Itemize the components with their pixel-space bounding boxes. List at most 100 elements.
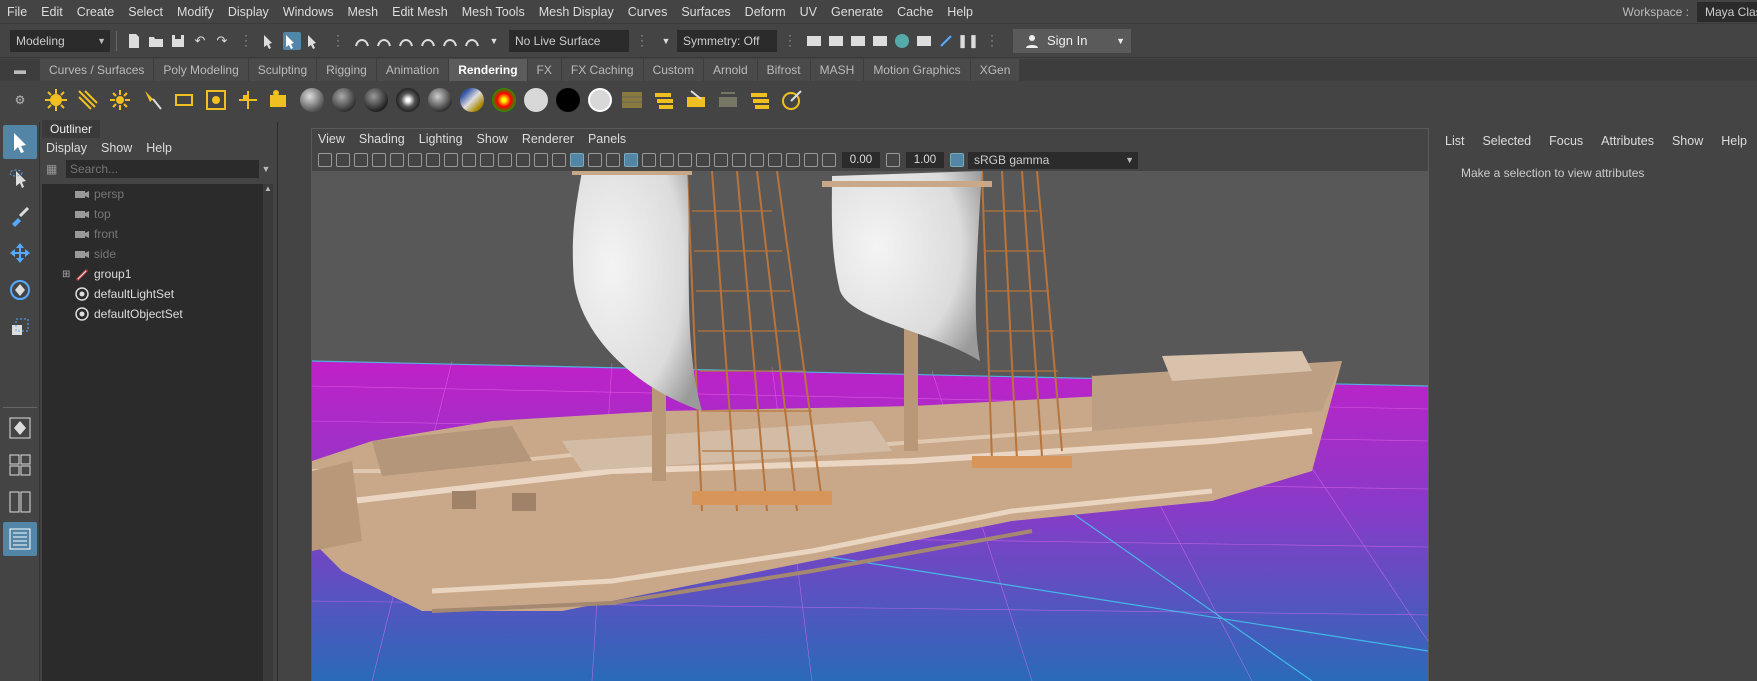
bookmarks-icon[interactable]: [354, 153, 368, 167]
attr-menu-focus[interactable]: Focus: [1549, 134, 1583, 148]
screen-space-ao-icon[interactable]: [678, 153, 692, 167]
tab-rigging[interactable]: Rigging: [317, 59, 376, 81]
exposure-field[interactable]: 0.00: [842, 152, 880, 168]
gear-icon[interactable]: ⚙: [0, 93, 40, 107]
white-ball-outline-icon[interactable]: [587, 87, 613, 113]
menu-select[interactable]: Select: [121, 0, 170, 24]
live-surface-field[interactable]: No Live Surface: [509, 29, 629, 52]
select-component-icon[interactable]: [305, 32, 323, 50]
tree-node-group1[interactable]: ⊞ group1: [42, 264, 264, 284]
snap-view-plane-icon[interactable]: [419, 32, 437, 50]
lookdev-icon[interactable]: [779, 87, 805, 113]
chevron-down-icon[interactable]: ▼: [657, 32, 675, 50]
symmetry-dropdown[interactable]: Symmetry: Off: [677, 29, 777, 52]
attr-menu-show[interactable]: Show: [1672, 134, 1703, 148]
black-ball-icon[interactable]: [555, 87, 581, 113]
filter-icon[interactable]: ▦: [46, 162, 66, 176]
shader-ball-icon[interactable]: [299, 87, 325, 113]
gamma-field[interactable]: 1.00: [906, 152, 944, 168]
viewport-3d-scene[interactable]: [312, 171, 1428, 681]
menu-mesh-tools[interactable]: Mesh Tools: [455, 0, 532, 24]
two-view-layout-button[interactable]: [3, 485, 37, 519]
render-sequence-icon[interactable]: [827, 32, 845, 50]
tab-fx-caching[interactable]: FX Caching: [561, 59, 643, 81]
area-light-icon[interactable]: [171, 87, 197, 113]
white-ball-icon[interactable]: [523, 87, 549, 113]
redo-icon[interactable]: ↷: [213, 32, 231, 50]
menu-windows[interactable]: Windows: [276, 0, 341, 24]
select-camera-icon[interactable]: [318, 153, 332, 167]
color-space-dropdown[interactable]: sRGB gamma ▼: [968, 151, 1138, 169]
outliner-menu-show[interactable]: Show: [101, 141, 132, 155]
outliner-layout-button[interactable]: [2, 522, 37, 556]
viewport-menu-panels[interactable]: Panels: [588, 132, 626, 146]
sign-in-button[interactable]: Sign In ▼: [1013, 28, 1131, 53]
tab-poly-modeling[interactable]: Poly Modeling: [154, 59, 248, 81]
gate-mask-icon[interactable]: [480, 153, 494, 167]
safe-action-icon[interactable]: [516, 153, 530, 167]
textured-icon[interactable]: [624, 153, 638, 167]
snap-surface-icon[interactable]: [441, 32, 459, 50]
search-input[interactable]: [66, 160, 259, 178]
chevron-down-icon[interactable]: ▼: [259, 164, 273, 174]
isolate-select-icon[interactable]: [750, 153, 764, 167]
tree-node-defaultobjectset[interactable]: defaultObjectSet: [42, 304, 264, 324]
outliner-menu-help[interactable]: Help: [146, 141, 172, 155]
viewport-menu-lighting[interactable]: Lighting: [419, 132, 463, 146]
tree-node-front[interactable]: front: [42, 224, 264, 244]
tree-node-defaultlightset[interactable]: defaultLightSet: [42, 284, 264, 304]
wireframe-icon[interactable]: [552, 153, 566, 167]
hypershade-icon[interactable]: [893, 32, 911, 50]
x-ray-components-icon[interactable]: [804, 153, 818, 167]
select-hierarchy-icon[interactable]: [261, 32, 279, 50]
select-object-icon[interactable]: [283, 31, 301, 50]
open-scene-icon[interactable]: [147, 32, 165, 50]
outliner-menu-display[interactable]: Display: [46, 141, 87, 155]
point-light-icon[interactable]: [107, 87, 133, 113]
menu-uv[interactable]: UV: [793, 0, 824, 24]
new-scene-icon[interactable]: [125, 32, 143, 50]
use-all-lights-icon[interactable]: [642, 153, 656, 167]
2d-pan-zoom-icon[interactable]: [408, 153, 422, 167]
save-scene-icon[interactable]: [169, 32, 187, 50]
single-perspective-layout-button[interactable]: [3, 411, 37, 445]
shader-ball-icon[interactable]: [459, 87, 485, 113]
scale-tool-button[interactable]: [3, 310, 37, 344]
camera-attributes-icon[interactable]: [336, 153, 350, 167]
viewport-menu-renderer[interactable]: Renderer: [522, 132, 574, 146]
render-sequence-shelf-icon[interactable]: [747, 87, 773, 113]
menu-edit[interactable]: Edit: [34, 0, 70, 24]
render-current-frame-icon[interactable]: [805, 32, 823, 50]
x-ray-icon[interactable]: [768, 153, 782, 167]
menu-create[interactable]: Create: [70, 0, 122, 24]
menu-generate[interactable]: Generate: [824, 0, 890, 24]
menu-curves[interactable]: Curves: [621, 0, 675, 24]
snap-curve-icon[interactable]: [375, 32, 393, 50]
attr-menu-help[interactable]: Help: [1721, 134, 1747, 148]
tab-rendering[interactable]: Rendering: [449, 59, 527, 81]
camera-icon[interactable]: [267, 87, 293, 113]
tab-motion-graphics[interactable]: Motion Graphics: [864, 59, 970, 81]
grease-pencil-icon[interactable]: [390, 153, 404, 167]
color-management-icon[interactable]: [950, 153, 964, 167]
field-chart-icon[interactable]: [498, 153, 512, 167]
gamma-icon[interactable]: [886, 153, 900, 167]
color-ramp-icon[interactable]: [491, 87, 517, 113]
lasso-tool-button[interactable]: [3, 162, 37, 196]
tab-bifrost[interactable]: Bifrost: [757, 59, 810, 81]
render-settings-icon[interactable]: [871, 32, 889, 50]
tree-node-side[interactable]: side: [42, 244, 264, 264]
shader-ball-icon[interactable]: [363, 87, 389, 113]
menu-mesh-display[interactable]: Mesh Display: [532, 0, 621, 24]
outliner-scrollbar[interactable]: ▲: [263, 184, 273, 681]
ipr-render-icon[interactable]: [849, 32, 867, 50]
shader-ball-icon[interactable]: [427, 87, 453, 113]
tab-sculpting[interactable]: Sculpting: [248, 59, 317, 81]
select-tool-button[interactable]: [2, 125, 37, 159]
four-view-layout-button[interactable]: [3, 448, 37, 482]
menu-set-dropdown[interactable]: Modeling ▼: [10, 29, 110, 52]
menu-file[interactable]: File: [0, 0, 34, 24]
attr-menu-list[interactable]: List: [1445, 134, 1464, 148]
tree-node-persp[interactable]: persp: [42, 184, 264, 204]
render-layer-icon[interactable]: [651, 87, 677, 113]
